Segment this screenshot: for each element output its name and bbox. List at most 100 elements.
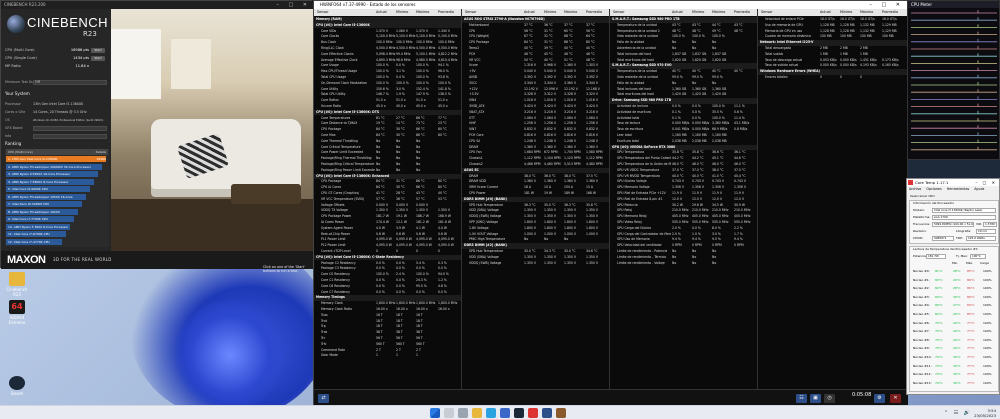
sensor-row[interactable]: DRAM 38.0 °C 36.0 °C 38.0 °C 37.5 °C (462, 174, 609, 180)
desktop-icon-steam[interactable]: Steam (2, 376, 32, 396)
sensor-row[interactable]: PL2 Power Limit 4,095.0 W 4,095.0 W 4,095.0… (314, 243, 461, 249)
sensor-row[interactable]: Core Clocks 5,100.0 MHz 5,100.0 MHz 5,100.0… (314, 34, 461, 40)
start-multi-button[interactable]: Start (91, 47, 105, 53)
sensor-row[interactable]: PL1 Power Limit 4,095.0 W 4,095.0 W 4,095.0… (314, 237, 461, 243)
sensor-row[interactable]: CPU SA 1.248 V 1.248 V 1.248 V 1.248 V (462, 139, 609, 145)
sensor-group[interactable]: Network: Intel Ethernet I225-V (758, 40, 907, 46)
sensor-row[interactable]: VIN4 1.016 V 1.016 V 1.016 V 1.016 V (462, 98, 609, 104)
sensor-row[interactable]: On-Demand Clock Modulation 100.0 % 100.0 %… (314, 81, 461, 87)
sensor-row[interactable]: CPU Power 181 W 19 W 189 W 168 W (462, 191, 609, 197)
ranking-row[interactable]: 8. AMD Ryzen Threadripper 1920X (6, 208, 108, 215)
ranking-row[interactable]: 6. AMD Ryzen Threadripper 1950X 16-Core (6, 193, 108, 200)
sensor-row[interactable]: PCH Core 0.816 V 0.816 V 0.816 V 0.816 V (462, 133, 609, 139)
sensor-row[interactable]: Total subido 1 MB 1 MB 1 MB (758, 52, 907, 58)
menu-archivo[interactable]: Archivo (909, 187, 921, 191)
sensor-row[interactable]: AVSB 3.392 V 3.392 V 3.392 V 3.392 V (462, 75, 609, 81)
sensor-row[interactable]: GPU Velocidad del ventilador 0 RPM 0 RPM 0 … (610, 243, 757, 249)
sensor-row[interactable]: +5V 5.040 V 5.040 V 5.040 V 5.040 V (462, 69, 609, 75)
sensor-row[interactable]: Core Utility 150.6 % 3.0 % 152.4 % 141.8 % (314, 87, 461, 93)
sensor-group[interactable]: CPU [#0]: Intel Core i5-13600K (314, 22, 461, 29)
sensor-row[interactable]: Vida restante de la unidad 100.0 % 100.0 %… (610, 34, 757, 40)
nav-arrows-icon[interactable]: ⇄ (318, 394, 329, 403)
cinebench-taskbar-icon[interactable] (556, 408, 566, 418)
ranking-row[interactable]: 10. AMD Ryzen 5 3600 6-Core Processor (6, 223, 108, 230)
ranking-selector[interactable]: CPU (Multi Core) (8, 150, 33, 154)
sensor-row[interactable]: Core Thermal Throttling No No No (314, 139, 461, 145)
sensor-row[interactable]: Core C1 Residency 0.0 % 0.0 % 24.3 % 1.2 % (314, 278, 461, 284)
sensor-row[interactable]: Package/Ring Power Limit Exceeded No No No (314, 168, 461, 174)
sensor-row[interactable]: Uso de memoria de GPU 1,128 MB 1,128 MB 1,1… (758, 23, 907, 29)
sensor-row[interactable]: Temperatura de la unidad 2 48 °C 48 °C 49 °… (610, 29, 757, 35)
sensor-row[interactable]: Chassis1 1,112 RPM 1,104 RPM 1,120 RPM 1,112… (462, 156, 609, 162)
sensor-row[interactable]: SPD Hub Temperature 35.0 °C 34.3 °C 35.0 °C… (462, 249, 609, 255)
column-header-1[interactable]: Actual (672, 9, 683, 16)
sensor-row[interactable]: CPU GT Cores (Graphics) 41 °C 28 °C 43 °C 40… (314, 191, 461, 197)
system-tray-icons[interactable]: ⌃ ☷ 🔊 (944, 410, 972, 416)
sensor-row[interactable]: Core VIDs 1.370 V 1.060 V 1.370 V 1.340 V (314, 29, 461, 35)
column-header-2[interactable]: Mínimo (692, 9, 704, 16)
sensor-row[interactable]: Core Temperatures 81 °C 27 °C 86 °C 77 °C (314, 116, 461, 122)
sensor-row[interactable]: Tras 38 T 38 T 38 T (314, 330, 461, 336)
sensor-group[interactable]: Drive: Samsung SSD 980 PRO 1TB (610, 98, 757, 104)
column-header-3[interactable]: Máximo (860, 9, 873, 16)
sensor-row[interactable]: GPU Memoria Reloj 405.0 MHz 405.0 MHz 405.0… (610, 214, 757, 220)
sensor-row[interactable]: GPU Riel de Entrada 8-pin #1 12.0 V 12.0 V… (610, 197, 757, 203)
sensor-row[interactable]: DRAM VDD 1.360 V 1.360 V 1.360 V 1.360 V (462, 179, 609, 185)
sensor-row[interactable]: VDDQ TX Voltage 1.350 V 1.350 V 1.350 V 1.35… (314, 208, 461, 214)
column-header-2[interactable]: Mínimo (396, 9, 408, 16)
sensor-row[interactable]: Trcd 18 T 18 T 18 T (314, 319, 461, 325)
sensor-group[interactable]: Windows Hardware Errors (WHEA) (758, 69, 907, 75)
sensor-row[interactable]: Trp 18 T 18 T 18 T (314, 324, 461, 330)
sensor-row[interactable]: Cuadro de memoria dinámica 100 MB 100 MB 10… (758, 34, 907, 40)
sensor-column-header[interactable]: Sensor Actual Mínimo Máximo Promedio (314, 9, 461, 16)
sensor-row[interactable]: Memory Clock Ratio 16.00 x 16.00 x 16.00 x 1… (314, 307, 461, 313)
sensor-row[interactable]: CPU Fan 1,684 RPM 672 RPM 1,700 RPM 1,580 RP… (462, 150, 609, 156)
sensor-row[interactable]: Límite de rendimiento - Potencia No No No (610, 249, 757, 255)
window-controls[interactable]: – □ ✕ (975, 179, 997, 186)
sensor-row[interactable]: Total CPU Usage 100.0 % 0.4 % 100.0 % 93.8 % (314, 75, 461, 81)
ranking-row[interactable]: 11. Intel Core i7-6700K CPU (6, 231, 108, 237)
sensor-row[interactable]: Package/Ring Thermal Throttling No No No (314, 156, 461, 162)
steam-taskbar-icon[interactable] (514, 408, 524, 418)
sensor-row[interactable]: CPU 58 °C 31 °C 60 °C 56 °C (462, 29, 609, 35)
sensor-row[interactable]: Trfc 560 T 560 T 560 T (314, 342, 461, 348)
sensor-group[interactable]: CPU [#0]: Intel Core i5-13600K: C-State … (314, 254, 461, 261)
column-header-0[interactable]: Sensor (465, 9, 477, 16)
column-header-0[interactable]: Sensor (317, 9, 329, 16)
menu-ayuda[interactable]: Ayuda (974, 187, 984, 191)
sensor-row[interactable]: Core C6 Residency 0.0 % 0.0 % 95.5 % 4.6 % (314, 284, 461, 290)
clock-icon[interactable]: ◷ (824, 394, 835, 403)
sensor-group[interactable]: CPU [#0]: Intel Core i5-13600K: Enhanced (314, 173, 461, 180)
window-controls[interactable]: – □ ✕ (276, 1, 311, 9)
ranking-selector-row[interactable]: CPU (Multi Core) Details (6, 149, 108, 155)
sensor-row[interactable]: GPU Riel de Entrada PCIe +12V 11.9 V 11.9 … (610, 191, 757, 197)
ranking-details-link[interactable]: Details (96, 149, 106, 155)
sensor-row[interactable]: Vcore 1.316 V 0.968 V 1.360 V 1.303 V (462, 63, 609, 69)
sensor-row[interactable]: Core Distance to TjMAX 19 °C 14 °C 73 °C 23 … (314, 121, 461, 127)
sensor-row[interactable]: Total descargado 2 MB 2 MB 2 MB (758, 46, 907, 52)
sensor-row[interactable]: Límite de rendimiento - Térmico No No No (610, 255, 757, 261)
sensor-row[interactable]: VDDQ (SWB) Voltage 1.350 V 1.350 V 1.350 V 1… (462, 214, 609, 220)
hwinfo-taskbar-icon[interactable] (542, 408, 552, 418)
sensor-row[interactable]: PMIC High Temperature No No No (462, 237, 609, 243)
sensor-row[interactable]: DRAM 1.360 V 1.360 V 1.360 V 1.360 V (462, 145, 609, 151)
menu-herramientas[interactable]: Herramientas (947, 187, 969, 191)
sensor-row[interactable]: GPU Temperatura 35.8 °C 35.8 °C 36.6 °C 36.1… (610, 150, 757, 156)
info-field[interactable] (33, 134, 107, 139)
network-icon[interactable]: ☷ (796, 394, 807, 403)
aida64-taskbar-icon[interactable] (528, 408, 538, 418)
sensor-row[interactable]: GPU Carga del Controlador de Memoria2.0 … (610, 232, 757, 238)
sensor-row[interactable]: Memory Clock 1,600.0 MHz 1,600.0 MHz 1,600.… (314, 301, 461, 307)
sensor-row[interactable]: VR VCC 50 °C 40 °C 51 °C 48 °C (462, 58, 609, 64)
column-header-1[interactable]: Actual (820, 9, 831, 16)
ranking-row[interactable]: 7. Intel Xeon W-3265M CPU (6, 201, 108, 207)
column-header-4[interactable]: Promedio (586, 9, 602, 16)
sensor-row[interactable]: Total CPU Utility 146.7 % 1.9 % 147.9 % 138.… (314, 92, 461, 98)
sensor-row[interactable]: VTT 1.064 V 1.064 V 1.064 V 1.064 V (462, 116, 609, 122)
sensor-row[interactable]: Voltage Offsets 0.000 V 0.000 V 0.000 V (314, 203, 461, 209)
taskbar-clock[interactable]: 3:54 23/05/2023 (974, 408, 996, 418)
sensor-row[interactable]: Total lecturas del host 1,637 GB 1,637 GB 1… (610, 52, 757, 58)
sensor-row[interactable]: Command Rate 2 T 2 T 2 T (314, 348, 461, 354)
sensor-row[interactable]: GPU Video Reloj 555.0 MHz 555.0 MHz 555.0 M… (610, 220, 757, 226)
sensor-row[interactable]: Core C7 Residency 0.0 % 0.0 % 0.0 % 0.0 % (314, 290, 461, 296)
